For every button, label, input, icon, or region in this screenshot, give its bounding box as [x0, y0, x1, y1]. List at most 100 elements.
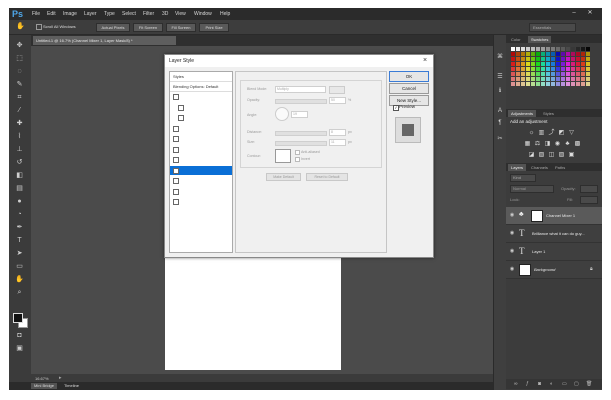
hand-tool-icon[interactable]: ✋	[14, 275, 25, 285]
close-icon[interactable]: ×	[421, 57, 429, 65]
size-field[interactable]: 11	[329, 139, 346, 146]
menu-window[interactable]: Window	[194, 11, 212, 17]
layer-row[interactable]: ◉ T Brilliance what it can do guy...	[506, 225, 602, 243]
swatch[interactable]	[561, 62, 565, 66]
style-checkbox[interactable]	[173, 178, 179, 184]
swatch[interactable]	[531, 82, 535, 86]
crop-tool-icon[interactable]: ⌗	[14, 93, 25, 103]
swatch[interactable]	[566, 57, 570, 61]
swatch[interactable]	[571, 72, 575, 76]
swatch[interactable]	[546, 57, 550, 61]
bw-icon[interactable]: ◨	[544, 141, 551, 147]
quick-mask-icon[interactable]: ◘	[14, 331, 25, 341]
style-checkbox[interactable]	[173, 199, 179, 205]
swatch[interactable]	[571, 77, 575, 81]
swatch[interactable]	[531, 77, 535, 81]
swatch[interactable]	[551, 72, 555, 76]
swatch[interactable]	[556, 57, 560, 61]
layer-row[interactable]: ◉ T Layer 1	[506, 243, 602, 261]
invert-icon[interactable]: ◪	[528, 152, 535, 158]
add-mask-icon[interactable]: ◙	[538, 381, 541, 387]
swatch[interactable]	[546, 52, 550, 56]
swatch[interactable]	[566, 67, 570, 71]
eraser-tool-icon[interactable]: ◧	[14, 171, 25, 181]
opacity-slider[interactable]	[275, 99, 327, 104]
swatch[interactable]	[551, 62, 555, 66]
document-tab[interactable]: Untitled-1 @ 16.7% (Channel Mixer 1, Lay…	[33, 36, 176, 45]
actual-pixels-button[interactable]: Actual Pixels	[96, 23, 130, 32]
fx-icon[interactable]: ƒ	[526, 381, 529, 387]
tab-timeline[interactable]: Timeline	[61, 383, 82, 389]
distance-slider[interactable]	[275, 131, 327, 136]
gradient-map-icon[interactable]: ▨	[558, 152, 565, 158]
eyedropper-tool-icon[interactable]: ⁄	[14, 106, 25, 116]
size-slider[interactable]	[275, 141, 327, 146]
swatch[interactable]	[521, 77, 525, 81]
zoom-level[interactable]: 16.67%	[35, 376, 49, 381]
fit-screen-button[interactable]: Fit Screen	[133, 23, 163, 32]
tab-color[interactable]: Color	[508, 36, 524, 43]
swatch[interactable]	[566, 62, 570, 66]
swatch[interactable]	[551, 57, 555, 61]
swatch[interactable]	[541, 62, 545, 66]
swatch[interactable]	[516, 57, 520, 61]
info-panel-icon[interactable]: ℹ	[496, 87, 504, 95]
lasso-tool-icon[interactable]: ◌	[14, 67, 25, 77]
swatch[interactable]	[566, 82, 570, 86]
swatch[interactable]	[581, 47, 585, 51]
swatch[interactable]	[521, 72, 525, 76]
angle-field[interactable]: 19	[291, 111, 308, 118]
swatch[interactable]	[526, 77, 530, 81]
zoom-tool-icon[interactable]: ⌕	[14, 288, 25, 298]
swatch[interactable]	[516, 82, 520, 86]
swatch[interactable]	[541, 47, 545, 51]
style-row[interactable]	[170, 113, 232, 122]
style-row[interactable]	[170, 92, 232, 101]
swatch[interactable]	[541, 67, 545, 71]
swatch[interactable]	[516, 77, 520, 81]
swatch[interactable]	[581, 82, 585, 86]
foreground-color-swatch[interactable]	[13, 313, 23, 323]
minimize-icon[interactable]: ‒	[569, 10, 579, 17]
swatch[interactable]	[521, 62, 525, 66]
swatch[interactable]	[536, 62, 540, 66]
color-lookup-icon[interactable]: ▩	[574, 141, 581, 147]
layer-name[interactable]: Layer 1	[532, 249, 545, 254]
make-default-button[interactable]: Make Default	[266, 173, 301, 181]
tab-adjustments[interactable]: Adjustments	[508, 110, 537, 117]
swatch[interactable]	[526, 72, 530, 76]
swatch-grid[interactable]	[511, 47, 591, 87]
opacity-field[interactable]: 50	[329, 97, 346, 104]
style-row[interactable]	[170, 124, 232, 133]
ok-button[interactable]: OK	[389, 71, 429, 82]
swatch[interactable]	[576, 52, 580, 56]
pen-tool-icon[interactable]: ✒	[14, 223, 25, 233]
swatch[interactable]	[541, 77, 545, 81]
swatch[interactable]	[561, 82, 565, 86]
workspace-select[interactable]: Essentials	[529, 23, 576, 32]
tab-mini-bridge[interactable]: Mini Bridge	[31, 383, 58, 389]
selective-color-icon[interactable]: ▣	[568, 152, 575, 158]
layer-filter-select[interactable]: Kind	[510, 174, 536, 182]
swatch[interactable]	[571, 62, 575, 66]
swatch[interactable]	[581, 52, 585, 56]
cancel-button[interactable]: Cancel	[389, 83, 429, 94]
swatch[interactable]	[586, 82, 590, 86]
print-size-button[interactable]: Print Size	[199, 23, 229, 32]
style-checkbox[interactable]	[173, 188, 179, 195]
swatch[interactable]	[581, 77, 585, 81]
menu-filter[interactable]: Filter	[143, 11, 154, 17]
swatch[interactable]	[521, 67, 525, 71]
swatch[interactable]	[551, 52, 555, 56]
style-row[interactable]	[170, 134, 232, 143]
blend-mode-dropdown[interactable]: Multiply	[275, 86, 326, 93]
link-layers-icon[interactable]: ∞	[514, 381, 518, 387]
layer-fill-field[interactable]	[580, 196, 598, 204]
photo-filter-icon[interactable]: ◉	[554, 141, 561, 147]
tab-layers[interactable]: Layers	[508, 164, 527, 171]
tab-swatches[interactable]: Swatches	[528, 36, 552, 43]
healing-brush-tool-icon[interactable]: ✚	[14, 119, 25, 129]
tab-channels[interactable]: Channels	[528, 164, 551, 171]
style-checkbox[interactable]	[173, 157, 179, 163]
style-row[interactable]	[170, 176, 232, 185]
